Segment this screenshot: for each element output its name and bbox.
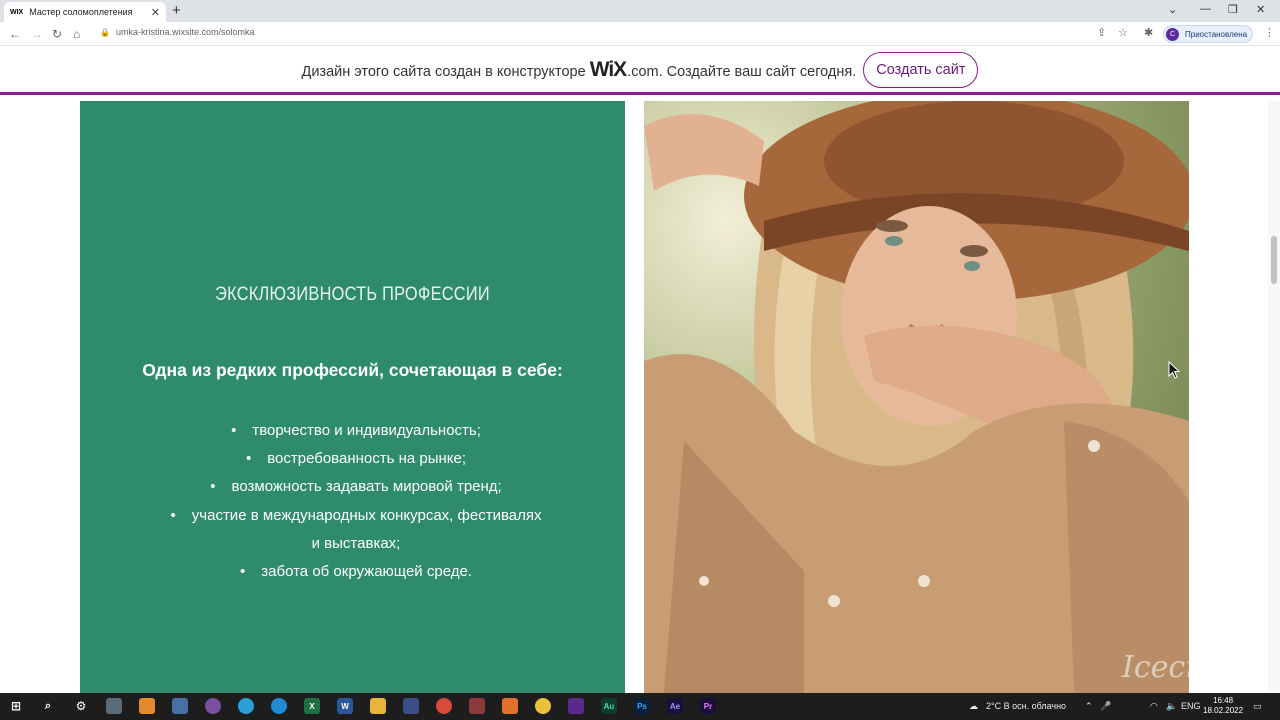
clock-date: 18.02.2022: [1203, 706, 1244, 715]
lock-icon: 🔒: [100, 27, 110, 37]
file-explorer-icon[interactable]: [370, 698, 386, 714]
woman-straw-hat-photo: [644, 101, 1189, 693]
tab-title: Мастер соломоплетения: [29, 7, 133, 17]
app-icon[interactable]: [502, 698, 518, 714]
browser-toolbar: ← → ↻ ⌂ 🔒 umka-kristina.wixsite.com/solo…: [0, 22, 1280, 46]
tray-chevron-icon[interactable]: ⌃: [1085, 701, 1093, 712]
url-text: umka-kristina.wixsite.com/solomka: [115, 27, 255, 37]
profile-button[interactable]: С Приостановлена: [1163, 25, 1253, 43]
wix-logo-suffix: .com.: [627, 63, 663, 80]
browser-tab[interactable]: WIX Мастер соломоплетения ✕: [4, 2, 166, 22]
list-item: • забота об окружающей среде.: [240, 563, 472, 581]
telegram-icon[interactable]: [238, 698, 254, 714]
scrollbar-thumb[interactable]: [1271, 236, 1277, 284]
recorder-watermark: Icecream: [1122, 650, 1264, 685]
section-lead: Одна из редких профессий, сочетающая в с…: [142, 360, 563, 380]
new-tab-button[interactable]: +: [172, 3, 181, 19]
wifi-icon[interactable]: ◠: [1150, 701, 1158, 712]
wix-favicon-icon: WIX: [10, 8, 24, 16]
list-item: • возможность задавать мировой тренд;: [210, 478, 502, 496]
page-scrollbar[interactable]: [1268, 101, 1280, 693]
menu-dots-icon[interactable]: ⋮: [1264, 26, 1275, 39]
maximize-button[interactable]: ❐: [1228, 3, 1238, 16]
profession-text-panel: ЭКСКЛЮЗИВНОСТЬ ПРОФЕССИИ Одна из редких …: [80, 101, 625, 693]
calculator-icon[interactable]: [172, 698, 188, 714]
back-icon[interactable]: ←: [9, 26, 21, 42]
emoji-app-icon[interactable]: [535, 698, 551, 714]
wix-logo[interactable]: WiX: [590, 58, 627, 82]
app-icon[interactable]: [139, 698, 155, 714]
save-app-icon[interactable]: [403, 698, 419, 714]
create-site-button[interactable]: Создать сайт: [863, 51, 979, 88]
minimize-button[interactable]: —: [1200, 3, 1211, 15]
premiere-icon[interactable]: Pr: [700, 698, 716, 714]
bookmark-star-icon[interactable]: ☆: [1118, 26, 1128, 39]
app-icon[interactable]: [568, 698, 584, 714]
forward-icon[interactable]: →: [31, 26, 43, 42]
tab-strip: WIX Мастер соломоплетения ✕ + ⌄ — ❐ ✕: [0, 0, 1280, 22]
chrome-icon[interactable]: [436, 698, 452, 714]
app-icon[interactable]: [469, 698, 485, 714]
settings-gear-icon[interactable]: ⚙: [73, 698, 89, 714]
wix-banner: Дизайн этого сайта создан в конструкторе…: [0, 47, 1280, 95]
list-item: • участие в международных конкурсах, фест…: [170, 506, 542, 524]
notifications-icon[interactable]: ▭: [1253, 701, 1262, 712]
avatar: С: [1166, 27, 1179, 41]
close-window-button[interactable]: ✕: [1256, 3, 1265, 16]
microphone-icon[interactable]: 🎤: [1100, 701, 1111, 712]
weather-icon[interactable]: ☁: [969, 701, 978, 712]
reload-icon[interactable]: ↻: [52, 26, 62, 42]
list-item: • творчество и индивидуальность;: [231, 422, 481, 439]
photo-illustration: [644, 101, 1189, 693]
banner-text: Дизайн этого сайта создан в конструкторе: [301, 63, 586, 80]
windows-taskbar: ⊞ ⌕ ⚙ X W Au Ps Ae Pr ☁ 2°C В осн. облач…: [0, 693, 1280, 720]
banner-cta-text: Создайте ваш сайт сегодня.: [666, 63, 857, 80]
audition-icon[interactable]: Au: [601, 698, 617, 714]
benefits-list: • творчество и индивидуальность; • востреб…: [170, 417, 542, 586]
after-effects-icon[interactable]: Ae: [667, 698, 683, 714]
excel-icon[interactable]: X: [304, 698, 320, 714]
profile-status: Приостановлена: [1185, 29, 1248, 39]
viber-icon[interactable]: [205, 698, 221, 714]
home-icon[interactable]: ⌂: [73, 26, 80, 42]
list-item: и выставках;: [311, 534, 401, 552]
windows-start-icon[interactable]: ⊞: [8, 698, 24, 714]
search-icon[interactable]: ⌕: [40, 698, 56, 714]
share-icon[interactable]: ⇪: [1097, 26, 1106, 39]
tab-search-icon[interactable]: ⌄: [1168, 3, 1177, 16]
close-tab-icon[interactable]: ✕: [151, 6, 160, 19]
edge-icon[interactable]: [271, 698, 287, 714]
clock-time: 16:48: [1213, 696, 1234, 705]
app-icon[interactable]: [106, 698, 122, 714]
weather-text[interactable]: 2°C В осн. облачно: [986, 701, 1066, 711]
photoshop-icon[interactable]: Ps: [634, 698, 650, 714]
word-icon[interactable]: W: [337, 698, 353, 714]
mouse-cursor-icon: [1168, 361, 1180, 379]
address-bar[interactable]: 🔒 umka-kristina.wixsite.com/solomka: [100, 27, 255, 37]
list-item: • востребованность на рынке;: [245, 450, 467, 468]
language-indicator[interactable]: ENG: [1181, 701, 1201, 711]
section-title: ЭКСКЛЮЗИВНОСТЬ ПРОФЕССИИ: [215, 284, 490, 305]
clock[interactable]: 16:48 18.02.2022: [1203, 696, 1243, 716]
extensions-icon[interactable]: ✱: [1144, 26, 1153, 39]
volume-icon[interactable]: 🔈: [1166, 701, 1177, 712]
